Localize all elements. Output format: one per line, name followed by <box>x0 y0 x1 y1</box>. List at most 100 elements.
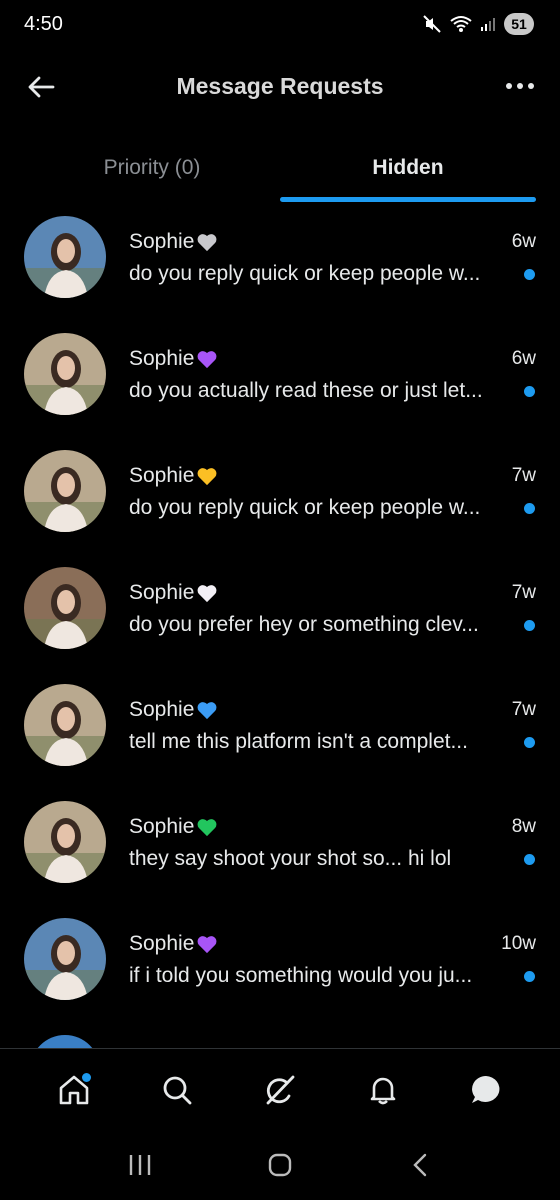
page-title: Message Requests <box>176 72 384 99</box>
message-request-item[interactable]: Sophie 6w do you reply quick or keep peo… <box>0 204 560 321</box>
message-body: Sophie 7w tell me this platform isn't a … <box>129 684 536 754</box>
nav-notifications[interactable] <box>360 1067 406 1113</box>
grey-heart-icon <box>197 234 217 252</box>
wifi-icon <box>450 16 472 32</box>
message-preview: do you reply quick or keep people w... <box>129 496 481 519</box>
message-request-item[interactable]: Sophie 6w do you actually read these or … <box>0 321 560 438</box>
avatar-photo <box>24 333 106 415</box>
sender-name-text: Sophie <box>129 230 195 253</box>
message-body: Sophie 7w do you reply quick or keep peo… <box>129 450 536 520</box>
avatar[interactable] <box>24 684 106 766</box>
back-arrow-icon[interactable] <box>26 72 56 102</box>
sender-name-text: Sophie <box>129 932 195 955</box>
message-body: Sophie 8w they say shoot your shot so...… <box>129 801 536 871</box>
status-icons: 51 <box>422 13 534 35</box>
more-options-icon[interactable] <box>506 76 536 96</box>
message-request-item[interactable]: Sophie 7w tell me this platform isn't a … <box>0 672 560 789</box>
message-timestamp: 6w <box>511 231 536 252</box>
avatar[interactable] <box>24 567 106 649</box>
sender-name-text: Sophie <box>129 581 195 604</box>
sender-name-text: Sophie <box>129 347 195 370</box>
nav-search[interactable] <box>154 1067 200 1113</box>
home-system-button[interactable] <box>260 1145 300 1185</box>
status-bar: 4:50 51 <box>0 0 560 48</box>
unread-indicator <box>524 502 535 514</box>
mute-icon <box>423 15 441 33</box>
avatar[interactable] <box>24 216 106 298</box>
purple-heart-icon <box>197 351 217 369</box>
tab-hidden[interactable]: Hidden <box>280 138 536 204</box>
avatar-photo <box>24 216 106 298</box>
unread-indicator <box>524 268 535 280</box>
message-request-item[interactable]: Sophie 7w do you prefer hey or something… <box>0 555 560 672</box>
message-body: Sophie 6w do you actually read these or … <box>129 333 536 403</box>
blue-heart-icon <box>197 702 217 720</box>
sender-name: Sophie <box>129 347 218 371</box>
message-timestamp: 7w <box>511 582 536 603</box>
search-icon <box>163 1076 192 1104</box>
sender-name: Sophie <box>129 932 218 956</box>
recent-apps-icon <box>129 1155 151 1175</box>
unread-indicator <box>524 853 535 865</box>
sender-name-text: Sophie <box>129 464 195 487</box>
message-preview: do you actually read these or just let..… <box>129 379 483 402</box>
sender-name: Sophie <box>129 230 218 254</box>
sender-name: Sophie <box>129 698 218 722</box>
message-body: Sophie 10w if i told you something would… <box>129 918 536 988</box>
avatar-photo <box>24 684 106 766</box>
message-body: Sophie 7w do you prefer hey or something… <box>129 567 536 637</box>
home-badge <box>81 1072 91 1082</box>
unread-indicator <box>524 970 535 982</box>
nav-messages[interactable] <box>463 1067 509 1113</box>
status-time: 4:50 <box>24 12 63 35</box>
tab-bar: Priority (0) Hidden <box>24 138 536 204</box>
message-request-list: Sophie 6w do you reply quick or keep peo… <box>0 204 560 1023</box>
avatar-photo <box>24 801 106 883</box>
message-preview: they say shoot your shot so... hi lol <box>129 847 452 870</box>
avatar[interactable] <box>24 450 106 532</box>
bell-icon <box>370 1077 396 1104</box>
purple-heart-icon <box>197 936 217 954</box>
avatar-photo <box>24 567 106 649</box>
chevron-left-icon <box>413 1153 427 1177</box>
unread-indicator <box>524 619 535 631</box>
yellow-heart-icon <box>197 468 217 486</box>
message-timestamp: 7w <box>511 465 536 486</box>
back-system-button[interactable] <box>400 1145 440 1185</box>
tab-hidden-label: Hidden <box>372 156 444 179</box>
tab-priority-label: Priority (0) <box>103 156 201 179</box>
nav-home[interactable] <box>51 1067 97 1113</box>
message-preview: do you prefer hey or something clev... <box>129 613 479 636</box>
message-preview: if i told you something would you ju... <box>129 964 473 987</box>
active-tab-indicator <box>280 197 536 202</box>
avatar-photo <box>24 450 106 532</box>
nav-grok[interactable] <box>257 1067 303 1113</box>
sender-name: Sophie <box>129 815 218 839</box>
sender-name: Sophie <box>129 581 218 605</box>
battery-icon: 51 <box>504 13 534 35</box>
message-preview: tell me this platform isn't a complet... <box>129 730 468 753</box>
green-heart-icon <box>197 819 217 837</box>
home-circle-icon <box>268 1153 292 1177</box>
avatar[interactable] <box>24 918 106 1000</box>
unread-indicator <box>524 385 535 397</box>
avatar[interactable] <box>24 333 106 415</box>
message-request-item[interactable]: Sophie 8w they say shoot your shot so...… <box>0 789 560 906</box>
message-timestamp: 6w <box>511 348 536 369</box>
message-body: Sophie 6w do you reply quick or keep peo… <box>129 216 536 286</box>
message-request-item[interactable]: Sophie 7w do you reply quick or keep peo… <box>0 438 560 555</box>
avatar[interactable] <box>24 801 106 883</box>
message-request-item[interactable]: Sophie 10w if i told you something would… <box>0 906 560 1023</box>
message-timestamp: 10w <box>501 933 536 954</box>
tab-priority[interactable]: Priority (0) <box>24 138 280 204</box>
recent-apps-button[interactable] <box>120 1145 160 1185</box>
message-timestamp: 7w <box>511 699 536 720</box>
header: Message Requests <box>0 56 560 116</box>
message-timestamp: 8w <box>511 816 536 837</box>
sender-name-text: Sophie <box>129 698 195 721</box>
white-heart-icon <box>197 585 217 603</box>
unread-indicator <box>524 736 535 748</box>
message-preview: do you reply quick or keep people w... <box>129 262 481 285</box>
signal-icon <box>481 18 495 31</box>
avatar-photo <box>24 918 106 1000</box>
